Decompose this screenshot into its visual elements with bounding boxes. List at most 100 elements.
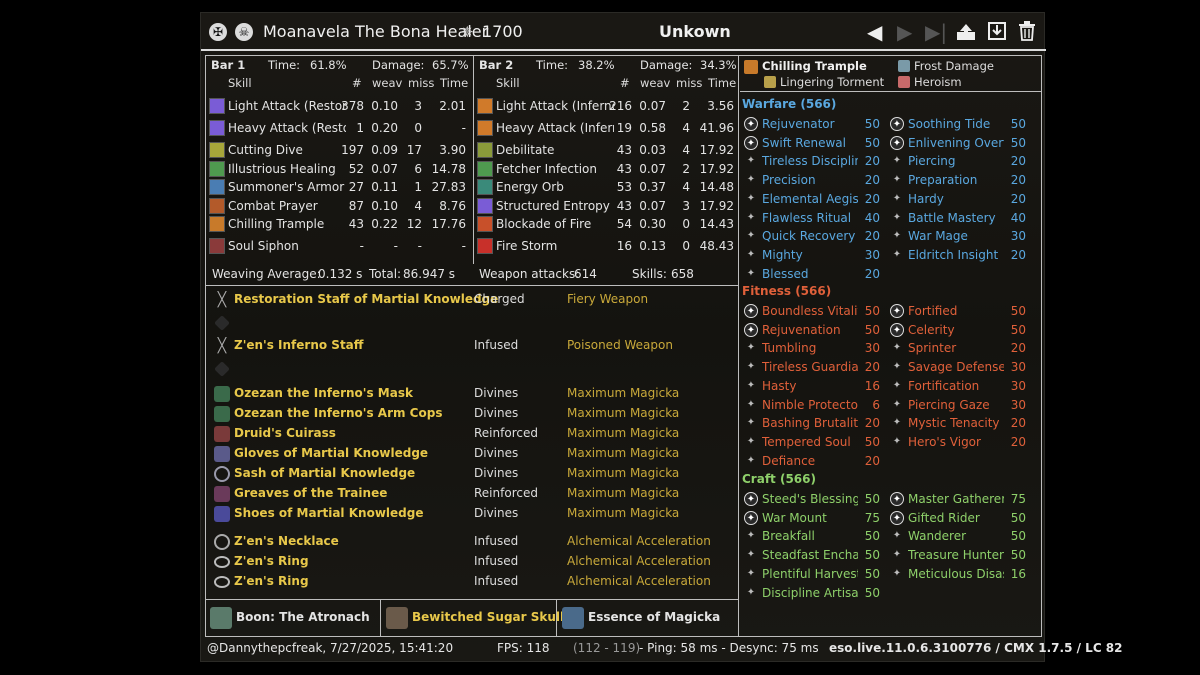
gear-row[interactable] bbox=[206, 359, 739, 379]
cp-star-name: Sprinter bbox=[908, 341, 957, 356]
cp-star-row[interactable]: ✦ Defiance 20 bbox=[740, 453, 886, 471]
gear-row[interactable]: Shoes of Martial Knowledge Divines Maximum… bbox=[206, 504, 739, 524]
gear-row[interactable]: Z'en's Ring Infused Alchemical Acceleratio… bbox=[206, 552, 739, 572]
cp-star-row[interactable]: ✦ Hardy 20 bbox=[886, 191, 1032, 209]
cp-star-row[interactable]: ✦ Celerity 50 bbox=[886, 322, 1032, 340]
cp-star-row[interactable]: ✦ Fortification 30 bbox=[886, 378, 1032, 396]
cp-star-row[interactable]: ✦ Tempered Soul 50 bbox=[740, 434, 886, 452]
cp-star-name: Nimble Protector bbox=[762, 397, 858, 412]
bar-time-share: 61.8% bbox=[310, 58, 347, 72]
cp-star-row[interactable]: ✦ Gifted Rider 50 bbox=[886, 510, 1032, 528]
skill-icon bbox=[209, 142, 225, 158]
cp-star-row[interactable]: ✦ Treasure Hunter 50 bbox=[886, 547, 1032, 565]
cp-star-row[interactable]: ✦ Meticulous Disas 16 bbox=[886, 566, 1032, 584]
gear-row[interactable] bbox=[206, 313, 739, 333]
cp-star-row[interactable]: ✦ Master Gatherer 75 bbox=[886, 491, 1032, 509]
skill-row[interactable]: Light Attack (Restorat 378 0.10 3 2.01 bbox=[206, 98, 472, 116]
cp-star-row[interactable]: ✦ Swift Renewal 50 bbox=[740, 135, 886, 153]
cp-star-row[interactable]: ✦ Steadfast Enchan 50 bbox=[740, 547, 886, 565]
skill-row[interactable]: Blockade of Fire 54 0.30 0 14.43 bbox=[474, 216, 739, 234]
cp-star-row[interactable]: ✦ Hero's Vigor 20 bbox=[886, 434, 1032, 452]
cp-star-row[interactable]: ✦ Sprinter 20 bbox=[886, 340, 1032, 358]
upload-icon[interactable] bbox=[955, 22, 977, 42]
cp-star-row[interactable]: ✦ Eldritch Insight 20 bbox=[886, 247, 1032, 265]
skill-row[interactable]: Illustrious Healing 52 0.07 6 14.78 bbox=[206, 161, 472, 179]
gear-row[interactable]: Gloves of Martial Knowledge Divines Maximu… bbox=[206, 444, 739, 464]
save-icon[interactable] bbox=[987, 21, 1007, 41]
cp-star-row[interactable]: ✦ Wanderer 50 bbox=[886, 528, 1032, 546]
skill-time: 17.92 bbox=[699, 199, 734, 213]
gear-row[interactable]: Druid's Cuirass Reinforced Maximum Magicka bbox=[206, 424, 739, 444]
skill-row[interactable]: Cutting Dive 197 0.09 17 3.90 bbox=[206, 142, 472, 160]
cp-star-row[interactable]: ✦ Plentiful Harvest 50 bbox=[740, 566, 886, 584]
skill-name: Chilling Trample bbox=[228, 217, 325, 231]
trash-icon[interactable] bbox=[1018, 21, 1036, 41]
cp-star-row[interactable]: ✦ Elemental Aegis 20 bbox=[740, 191, 886, 209]
cp-star-row[interactable]: ✦ Mighty 30 bbox=[740, 247, 886, 265]
cp-star-row[interactable]: ✦ War Mage 30 bbox=[886, 228, 1032, 246]
gear-row[interactable]: Sash of Martial Knowledge Divines Maximum … bbox=[206, 464, 739, 484]
cp-star-row[interactable]: ✦ Rejuvenator 50 bbox=[740, 116, 886, 134]
cp-star-row[interactable]: ✦ Tireless Disciplin 20 bbox=[740, 153, 886, 171]
gear-row[interactable]: Z'en's Ring Infused Alchemical Acceleratio… bbox=[206, 572, 739, 592]
cp-star-row[interactable]: ✦ Boundless Vitality 50 bbox=[740, 303, 886, 321]
skill-time: 27.83 bbox=[431, 180, 466, 194]
cp-tree-title: Craft (566) bbox=[742, 472, 816, 486]
gear-row[interactable]: Ozezan the Inferno's Mask Divines Maximum … bbox=[206, 384, 739, 404]
skill-row[interactable]: Light Attack (Inferno) 216 0.07 2 3.56 bbox=[474, 98, 739, 116]
skill-row[interactable]: Energy Orb 53 0.37 4 14.48 bbox=[474, 179, 739, 197]
cp-star-row[interactable]: ✦ Enlivening Overfl 50 bbox=[886, 135, 1032, 153]
skill-row[interactable]: Fetcher Infection 43 0.07 2 17.92 bbox=[474, 161, 739, 179]
cp-star-row[interactable]: ✦ Precision 20 bbox=[740, 172, 886, 190]
cp-star-row[interactable]: ✦ Breakfall 50 bbox=[740, 528, 886, 546]
gear-row[interactable]: ╳ Z'en's Inferno Staff Infused Poisoned Wea… bbox=[206, 336, 739, 356]
skill-row[interactable]: Heavy Attack (Inferno 19 0.58 4 41.96 bbox=[474, 120, 739, 138]
arrow-skip-icon[interactable]: ▶| bbox=[925, 20, 947, 44]
cp-star-row[interactable]: ✦ Battle Mastery 40 bbox=[886, 210, 1032, 228]
skill-row[interactable]: Heavy Attack (Restor 1 0.20 0 - bbox=[206, 120, 472, 138]
cp-star-row[interactable]: ✦ Blessed 20 bbox=[740, 266, 886, 284]
cp-star-row[interactable]: ✦ Preparation 20 bbox=[886, 172, 1032, 190]
cp-star-name: Tumbling bbox=[762, 341, 817, 356]
skill-name: Heavy Attack (Inferno bbox=[496, 121, 614, 135]
cp-star-row[interactable]: ✦ Savage Defense 30 bbox=[886, 359, 1032, 377]
cp-star-row[interactable]: ✦ Steed's Blessing 50 bbox=[740, 491, 886, 509]
cp-star-row[interactable]: ✦ Mystic Tenacity 20 bbox=[886, 415, 1032, 433]
gear-row[interactable]: Ozezan the Inferno's Arm Cops Divines Maxi… bbox=[206, 404, 739, 424]
passive-star-icon: ✦ bbox=[892, 342, 902, 354]
skill-row[interactable]: Soul Siphon - - - - bbox=[206, 238, 472, 256]
skill-row[interactable]: Summoner's Armor 27 0.11 1 27.83 bbox=[206, 179, 472, 197]
gear-row[interactable]: ╳ Restoration Staff of Martial Knowledge C… bbox=[206, 290, 739, 310]
skill-row[interactable]: Fire Storm 16 0.13 0 48.43 bbox=[474, 238, 739, 256]
cp-star-row[interactable]: ✦ Nimble Protector 6 bbox=[740, 397, 886, 415]
skill-row[interactable]: Combat Prayer 87 0.10 4 8.76 bbox=[206, 198, 472, 216]
cp-star-row[interactable]: ✦ Tumbling 30 bbox=[740, 340, 886, 358]
slotted-star-icon: ✦ bbox=[744, 492, 758, 506]
skill-row[interactable]: Structured Entropy 43 0.07 3 17.92 bbox=[474, 198, 739, 216]
cp-star-row[interactable]: ✦ Piercing 20 bbox=[886, 153, 1032, 171]
skill-miss: 3 bbox=[682, 199, 690, 213]
cp-star-row[interactable]: ✦ Hasty 16 bbox=[740, 378, 886, 396]
bar-column-headers: Skill # weav miss Time bbox=[206, 76, 472, 92]
bar-summary: Weaving Average: 0.132 s Total: 86.947 s… bbox=[206, 264, 739, 286]
cp-star-row[interactable]: ✦ War Mount 75 bbox=[740, 510, 886, 528]
cp-star-row[interactable]: ✦ Flawless Ritual 40 bbox=[740, 210, 886, 228]
cp-star-name: Rejuvenator bbox=[762, 117, 835, 131]
cp-star-row[interactable]: ✦ Bashing Brutality 20 bbox=[740, 415, 886, 433]
arrow-left-icon[interactable]: ◀ bbox=[867, 20, 882, 44]
cp-star-name: Gifted Rider bbox=[908, 510, 980, 525]
cp-star-row[interactable]: ✦ Tireless Guardian 20 bbox=[740, 359, 886, 377]
passive-star-icon: ✦ bbox=[746, 230, 756, 242]
cp-star-value: 20 bbox=[864, 453, 880, 468]
gear-row[interactable]: Z'en's Necklace Infused Alchemical Acceler… bbox=[206, 532, 739, 552]
cp-star-row[interactable]: ✦ Rejuvenation 50 bbox=[740, 322, 886, 340]
skill-row[interactable]: Chilling Trample 43 0.22 12 17.76 bbox=[206, 216, 472, 234]
cp-star-row[interactable]: ✦ Discipline Artisan 50 bbox=[740, 585, 886, 603]
gear-row[interactable]: Greaves of the Trainee Reinforced Maximum … bbox=[206, 484, 739, 504]
cp-star-row[interactable]: ✦ Quick Recovery 20 bbox=[740, 228, 886, 246]
cp-star-row[interactable]: ✦ Fortified 50 bbox=[886, 303, 1032, 321]
cp-star-row[interactable]: ✦ Soothing Tide 50 bbox=[886, 116, 1032, 134]
arrow-right-icon[interactable]: ▶ bbox=[897, 20, 912, 44]
cp-star-row[interactable]: ✦ Piercing Gaze 30 bbox=[886, 397, 1032, 415]
skill-row[interactable]: Debilitate 43 0.03 4 17.92 bbox=[474, 142, 739, 160]
